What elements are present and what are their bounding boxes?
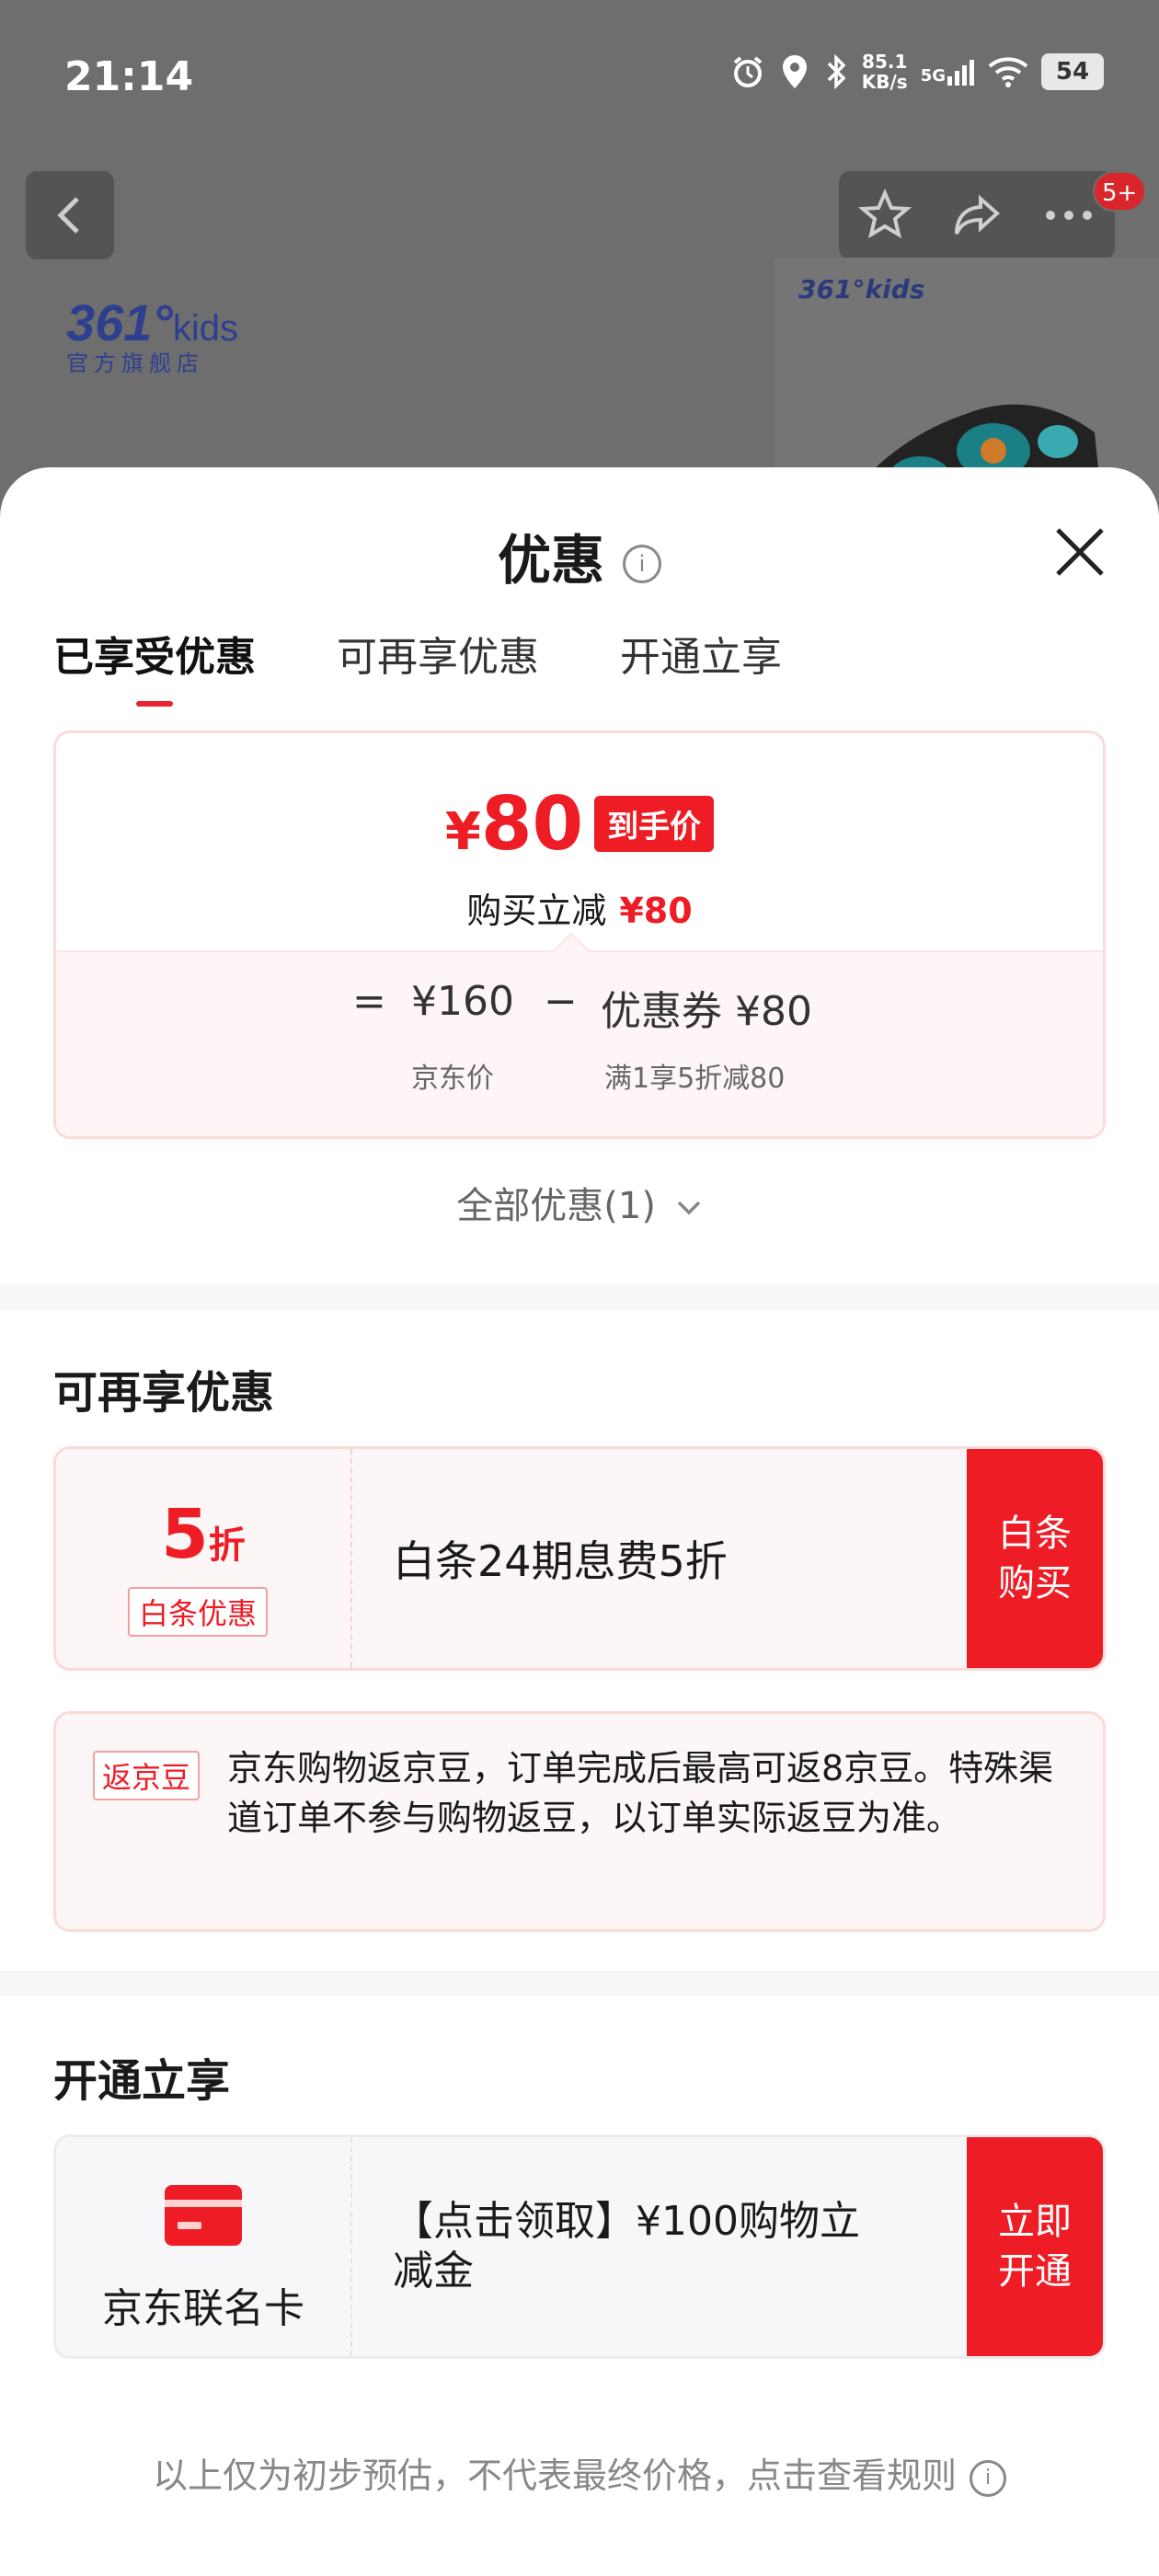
- discount-sheet: 优惠 i 已享受优惠 可再享优惠 开通立享 ¥80 到手价 购买立减 ¥80 = ¥1…: [0, 467, 1159, 2576]
- jd-bean-text: 京东购物返京豆，订单完成后最高可返8京豆。特殊渠道订单不参与购物返豆，以订单实际…: [227, 1748, 1054, 1838]
- brand-logo: 361°kids 官方旗舰店: [66, 293, 238, 377]
- section-divider: [0, 1284, 1159, 1310]
- baitiao-discount: 5折: [56, 1495, 350, 1574]
- jd-bean-tag: 返京豆: [93, 1751, 201, 1800]
- system-icons: 85.1 KB/s 5G 54: [729, 52, 1104, 92]
- status-time: 21:14: [64, 53, 194, 100]
- currency-symbol: ¥: [444, 802, 481, 862]
- price-breakdown: = ¥160 − 优惠券 ¥80 京东价 满1享5折减80: [56, 950, 1103, 1136]
- signal-group: 5G: [921, 58, 975, 86]
- brand-logo-kids: kids: [172, 308, 238, 349]
- more-icon[interactable]: [1041, 206, 1096, 224]
- rules-note-text: 以上仅为初步预估，不代表最终价格，点击查看规则: [152, 2455, 957, 2496]
- tab-enjoyed[interactable]: 已享受优惠: [53, 624, 256, 707]
- alarm-icon: [733, 56, 763, 87]
- open-now-label-1: 立即: [998, 2201, 1072, 2243]
- cobrand-card-offer[interactable]: 京东联名卡 【点击领取】¥100购物立减金 立即开通: [53, 2134, 1106, 2359]
- instant-reduction-label: 购买立减: [466, 891, 607, 931]
- all-discounts-toggle[interactable]: 全部优惠(1): [0, 1176, 1159, 1229]
- more-discounts-title: 可再享优惠: [53, 1367, 275, 1419]
- cobrand-card-block: 京东联名卡: [56, 2137, 352, 2356]
- cobrand-card-name: 京东联名卡: [102, 2285, 304, 2332]
- battery-indicator: 54: [1041, 53, 1104, 90]
- product-logo: 361°kids: [798, 274, 925, 305]
- open-now-button[interactable]: 立即 开通: [967, 2137, 1103, 2356]
- share-icon[interactable]: [949, 188, 1004, 243]
- sheet-title: 优惠 i: [0, 517, 1159, 594]
- coupon-rule: 满1享5折减80: [604, 1063, 786, 1095]
- baitiao-buy-label-2: 购买: [998, 1562, 1072, 1604]
- location-icon: [782, 55, 807, 88]
- tab-open-enjoy[interactable]: 开通立享: [620, 624, 782, 683]
- jd-bean-card: 返京豆 京东购物返京豆，订单完成后最高可返8京豆。特殊渠道订单不参与购物返豆，以…: [53, 1711, 1106, 1932]
- baitiao-offer-card[interactable]: 5折 白条优惠 白条24期息费5折 白条购买: [53, 1446, 1106, 1671]
- baitiao-discount-block: 5折 白条优惠: [56, 1449, 352, 1668]
- price-summary-card: ¥80 到手价 购买立减 ¥80 = ¥160 − 优惠券 ¥80 京东价 满1享5…: [53, 730, 1106, 1139]
- instant-reduction-amount: ¥80: [619, 891, 693, 931]
- instant-reduction: 购买立减 ¥80: [56, 882, 1103, 933]
- baitiao-buy-button[interactable]: 白条 购买: [967, 1449, 1103, 1668]
- baitiao-tag: 白条优惠: [128, 1587, 269, 1637]
- baitiao-discount-unit: 折: [208, 1524, 246, 1567]
- chevron-down-icon: [677, 1201, 700, 1215]
- tab-more-available[interactable]: 可再享优惠: [337, 624, 539, 683]
- final-price-row: ¥80 到手价: [56, 781, 1103, 867]
- rules-note[interactable]: 以上仅为初步预估，不代表最终价格，点击查看规则 i: [0, 2447, 1159, 2498]
- sheet-title-text: 优惠: [497, 529, 604, 592]
- signal-icon: [947, 60, 974, 86]
- bluetooth-icon: [827, 53, 846, 90]
- info-icon: i: [970, 2459, 1006, 2497]
- jd-price-label: 京东价: [411, 1063, 494, 1095]
- minus-sign: −: [544, 978, 578, 1025]
- final-price-value: 80: [480, 781, 584, 867]
- net-speed-value: 85.1: [862, 51, 908, 73]
- top-actions: [839, 171, 1115, 259]
- equals-sign: =: [352, 978, 386, 1025]
- close-icon[interactable]: [1050, 523, 1109, 581]
- final-price-tag: 到手价: [594, 796, 715, 852]
- coupon-amount: 优惠券 ¥80: [601, 988, 812, 1035]
- favorite-star-icon[interactable]: [857, 188, 912, 243]
- info-icon[interactable]: i: [623, 544, 661, 583]
- status-bar: 21:14 85.1 KB/s 5G 54: [0, 0, 1159, 156]
- all-discounts-label: 全部优惠(1): [456, 1185, 656, 1227]
- wifi-icon: [988, 57, 1028, 87]
- back-button[interactable]: [26, 171, 114, 259]
- network-type: 5G: [920, 66, 946, 86]
- cobrand-card-desc: 【点击领取】¥100购物立减金: [393, 2198, 860, 2294]
- brand-logo-number: 361°: [66, 293, 173, 351]
- chevron-left-icon: [57, 197, 79, 234]
- message-count-badge: 5+: [1093, 171, 1147, 212]
- credit-card-icon: [165, 2185, 242, 2246]
- discount-tabs: 已享受优惠 可再享优惠 开通立享: [53, 624, 782, 707]
- baitiao-discount-value: 5: [161, 1495, 209, 1574]
- net-speed-unit: KB/s: [861, 71, 908, 93]
- open-now-label-2: 开通: [998, 2250, 1072, 2293]
- baitiao-desc: 白条24期息费5折: [393, 1536, 728, 1586]
- baitiao-buy-label-1: 白条: [998, 1512, 1072, 1555]
- net-speed: 85.1 KB/s: [862, 52, 908, 92]
- open-enjoy-title: 开通立享: [53, 2055, 231, 2107]
- final-price: ¥80: [445, 781, 583, 867]
- section-divider: [0, 1971, 1159, 1996]
- jd-price: ¥160: [411, 978, 514, 1025]
